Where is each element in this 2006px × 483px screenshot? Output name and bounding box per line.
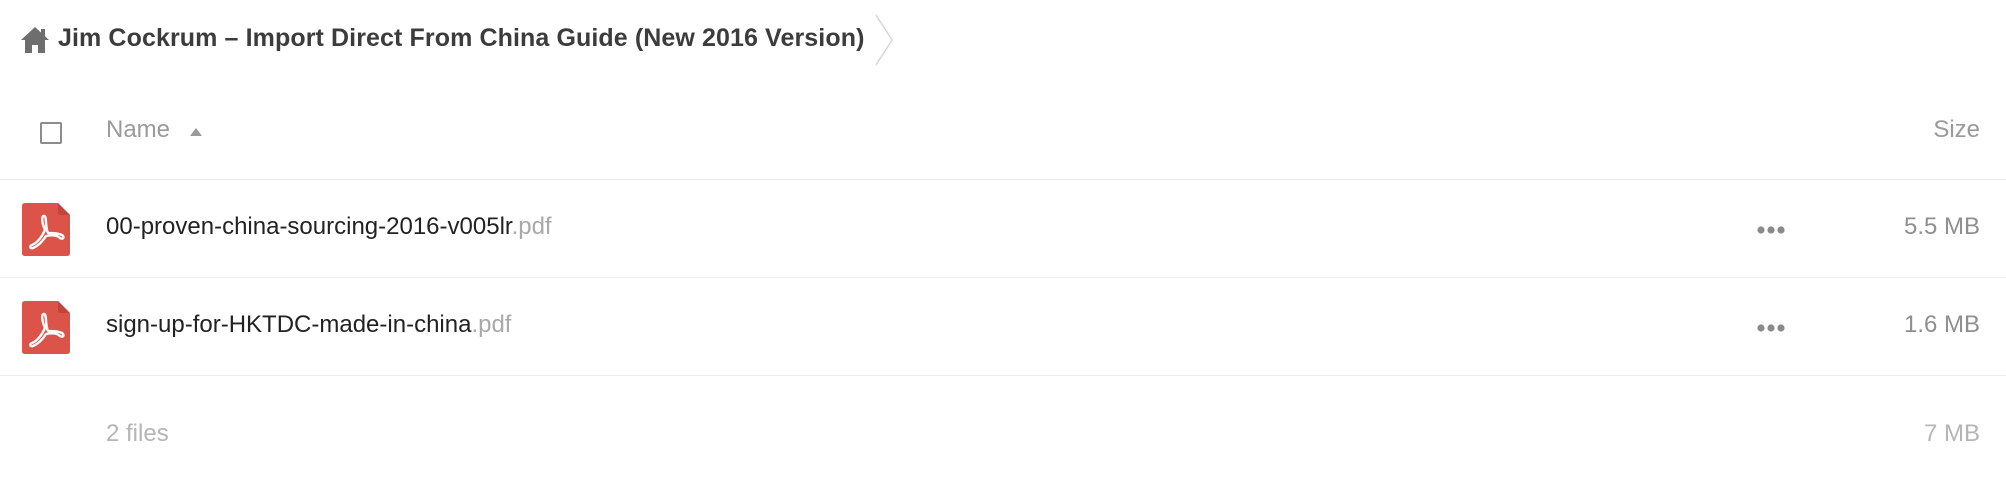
file-size: 5.5 MB <box>1903 213 1980 240</box>
file-name[interactable]: sign-up-for-HKTDC-made-in-china.pdf <box>106 311 511 339</box>
breadcrumb-current-folder[interactable]: Jim Cockrum – Import Direct From China G… <box>58 24 865 53</box>
file-row[interactable]: 00-proven-china-sourcing-2016-v005lr.pdf… <box>0 180 2006 278</box>
file-name[interactable]: 00-proven-china-sourcing-2016-v005lr.pdf <box>106 213 552 241</box>
sort-ascending-icon[interactable] <box>189 127 203 137</box>
file-extension: .pdf <box>471 311 512 338</box>
file-list-header: Name Size <box>0 82 2006 180</box>
file-list-summary: 2 files 7 MB <box>0 376 2006 474</box>
pdf-icon <box>22 301 70 354</box>
size-column-header[interactable]: Size <box>1933 116 1980 144</box>
file-size: 1.6 MB <box>1903 311 1980 338</box>
file-basename: sign-up-for-HKTDC-made-in-china <box>106 311 472 338</box>
home-icon[interactable] <box>20 26 50 54</box>
select-all-checkbox[interactable] <box>40 122 62 144</box>
file-browser: Jim Cockrum – Import Direct From China G… <box>0 0 2006 483</box>
more-options-icon[interactable] <box>1756 323 1786 333</box>
file-extension: .pdf <box>511 213 552 240</box>
breadcrumb: Jim Cockrum – Import Direct From China G… <box>0 0 2006 82</box>
file-basename: 00-proven-china-sourcing-2016-v005lr <box>106 213 512 240</box>
name-column-header[interactable]: Name <box>106 116 170 144</box>
total-size: 7 MB <box>1923 420 1980 447</box>
pdf-icon <box>22 203 70 256</box>
more-options-icon[interactable] <box>1756 225 1786 235</box>
file-count: 2 files <box>106 420 169 447</box>
chevron-right-icon <box>875 14 893 66</box>
file-row[interactable]: sign-up-for-HKTDC-made-in-china.pdf 1.6 … <box>0 278 2006 376</box>
